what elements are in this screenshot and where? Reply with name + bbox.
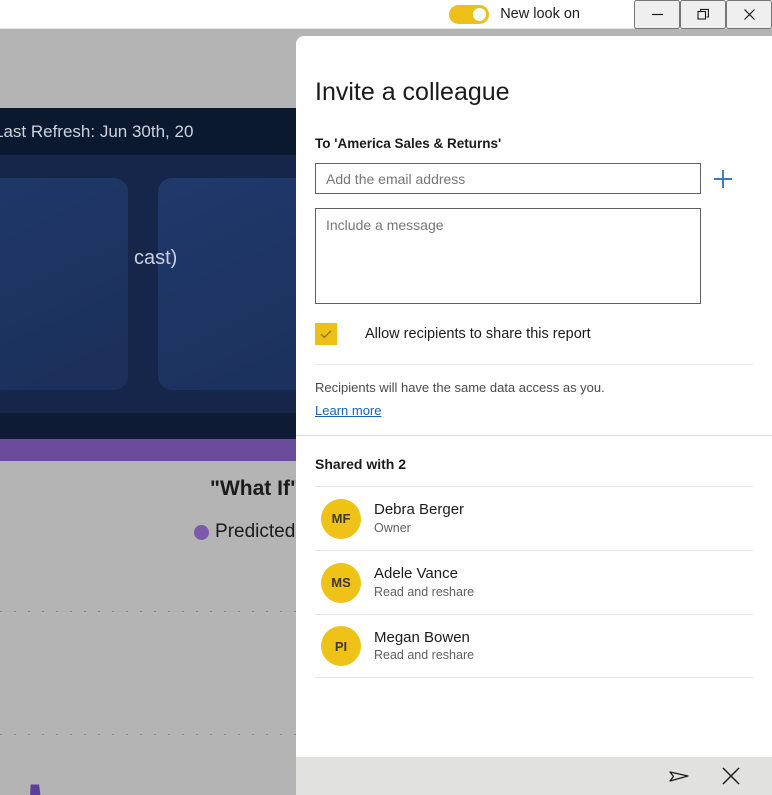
email-row — [296, 151, 772, 194]
dialog-footer — [296, 757, 772, 795]
maximize-button[interactable] — [680, 0, 726, 29]
person-role: Owner — [374, 520, 411, 535]
send-invite-button[interactable] — [666, 763, 692, 789]
toggle-knob-icon — [473, 7, 487, 21]
close-icon — [722, 767, 740, 785]
person-info: Adele Vance Read and reshare — [374, 565, 474, 600]
close-window-button[interactable] — [726, 0, 772, 29]
shared-with-heading: Shared with 2 — [315, 456, 407, 472]
list-item[interactable]: PI Megan Bowen Read and reshare — [315, 614, 753, 678]
person-info: Megan Bowen Read and reshare — [374, 629, 474, 664]
shared-with-list: MF Debra Berger Owner MS Adele Vance Rea… — [296, 486, 772, 678]
message-row — [296, 194, 772, 309]
allow-reshare-row[interactable]: Allow recipients to share this report — [296, 309, 772, 345]
allow-reshare-label: Allow recipients to share this report — [365, 326, 591, 342]
new-look-toggle-label: New look on — [500, 6, 580, 22]
dialog-body: Invite a colleague To 'America Sales & R… — [296, 36, 772, 757]
email-input[interactable] — [315, 163, 701, 194]
minimize-button[interactable] — [634, 0, 680, 29]
person-role: Read and reshare — [374, 584, 475, 599]
add-recipient-button[interactable] — [701, 163, 745, 194]
chart-gridline — [0, 734, 300, 735]
list-item[interactable]: MF Debra Berger Owner — [315, 486, 753, 550]
learn-more-link[interactable]: Learn more — [296, 395, 381, 418]
person-role: Read and reshare — [374, 648, 475, 663]
window-titlebar: New look on — [0, 0, 772, 29]
close-icon — [743, 8, 755, 20]
person-name: Adele Vance — [374, 565, 458, 582]
avatar: MF — [321, 498, 361, 539]
report-card-label: cast) — [134, 247, 178, 269]
dialog-title: Invite a colleague — [315, 78, 510, 106]
send-icon — [669, 771, 689, 782]
person-name: Megan Bowen — [374, 628, 470, 646]
new-look-toggle[interactable] — [449, 4, 490, 24]
list-item[interactable]: MS Adele Vance Read and reshare — [315, 550, 753, 614]
person-name: Debra Berger — [374, 501, 465, 518]
data-access-note: Recipients will have the same data acces… — [315, 380, 605, 395]
close-dialog-button[interactable] — [718, 763, 744, 789]
chart-line-series — [30, 784, 41, 795]
message-input[interactable] — [315, 208, 701, 304]
minimize-icon — [651, 13, 663, 15]
allow-reshare-checkbox[interactable] — [315, 323, 337, 345]
screen: Last Refresh: Jun 30th, 20 cast) P "What… — [0, 0, 772, 795]
person-info: Debra Berger Owner — [374, 501, 464, 536]
invite-colleague-dialog: Invite a colleague To 'America Sales & R… — [296, 36, 772, 795]
report-card[interactable] — [0, 178, 128, 390]
checkmark-icon — [320, 330, 332, 339]
last-refresh-text: Last Refresh: Jun 30th, 20 — [0, 121, 194, 141]
new-look-toggle-group[interactable]: New look on — [449, 4, 580, 24]
avatar: MS — [321, 562, 361, 603]
plus-icon — [714, 169, 732, 188]
recipient-scope-label: To 'America Sales & Returns' — [315, 136, 502, 151]
restore-icon — [696, 8, 709, 20]
avatar: PI — [321, 626, 361, 666]
legend-swatch-icon — [194, 524, 210, 540]
chart-gridline — [0, 611, 300, 612]
